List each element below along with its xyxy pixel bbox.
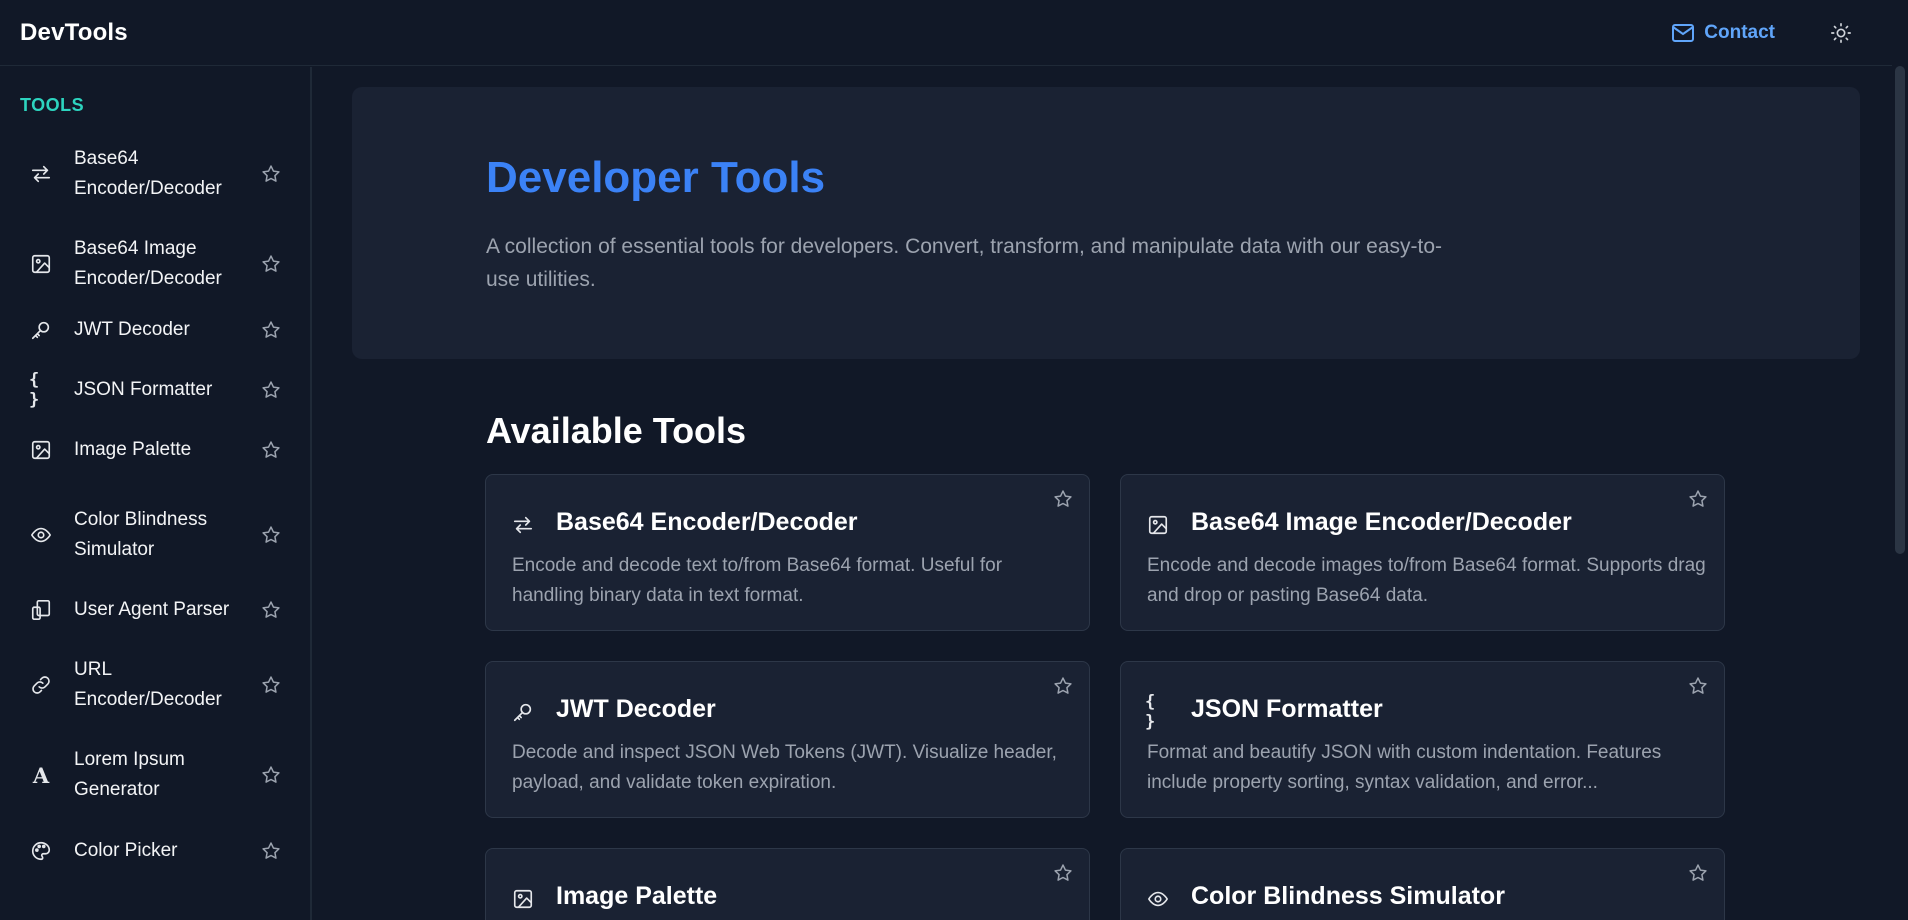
hero-description: A collection of essential tools for deve… <box>486 235 1442 291</box>
tool-card-color-blindness[interactable]: Color Blindness Simulator <box>1120 848 1725 920</box>
card-description: Format and beautify JSON with custom ind… <box>1147 742 1662 793</box>
tool-card-json[interactable]: { } JSON Formatter Format and beautify J… <box>1120 661 1725 818</box>
card-description: Decode and inspect JSON Web Tokens (JWT)… <box>512 742 1057 793</box>
star-icon[interactable] <box>1686 861 1710 885</box>
mail-icon <box>1672 23 1695 42</box>
braces-icon: { } <box>29 370 40 410</box>
star-icon[interactable] <box>1051 487 1075 511</box>
page-title: Developer Tools <box>486 153 826 202</box>
hero-banner: Developer Tools A collection of essentia… <box>352 87 1860 359</box>
sidebar-item-lorem-ipsum[interactable]: A Lorem Ipsum Generator <box>0 745 310 805</box>
image-icon <box>29 252 53 276</box>
braces-icon: { } <box>1145 692 1156 732</box>
sidebar-item-label: URL Encoder/Decoder <box>74 659 222 710</box>
card-title: Base64 Image Encoder/Decoder <box>1191 508 1572 536</box>
star-icon[interactable] <box>259 438 283 462</box>
sidebar-item-color-picker[interactable]: Color Picker <box>0 836 310 866</box>
card-title: Image Palette <box>556 882 718 910</box>
top-navbar: DevTools Contact <box>0 0 1908 66</box>
devices-icon <box>29 598 53 622</box>
scrollbar-thumb[interactable] <box>1895 66 1905 554</box>
image-icon <box>1145 512 1171 538</box>
sidebar: TOOLS Base64 Encoder/Decoder Base64 Imag… <box>0 67 312 920</box>
star-icon[interactable] <box>259 673 283 697</box>
card-title: Base64 Encoder/Decoder <box>556 508 858 536</box>
arrows-swap-icon <box>510 512 536 538</box>
link-icon <box>29 673 53 697</box>
sidebar-item-label: Base64 Encoder/Decoder <box>74 148 222 199</box>
star-icon[interactable] <box>259 378 283 402</box>
star-icon[interactable] <box>1051 674 1075 698</box>
key-icon <box>29 318 53 342</box>
sun-icon <box>1830 22 1852 44</box>
sidebar-item-image-palette[interactable]: Image Palette <box>0 435 310 465</box>
sidebar-item-label: JSON Formatter <box>74 379 213 400</box>
sidebar-heading: TOOLS <box>20 95 85 115</box>
key-icon <box>510 699 536 725</box>
card-title: Color Blindness Simulator <box>1191 882 1505 910</box>
brand-logo[interactable]: DevTools <box>20 19 128 47</box>
sidebar-item-label: Lorem Ipsum Generator <box>74 749 185 800</box>
section-title: Available Tools <box>486 410 747 451</box>
star-icon[interactable] <box>1686 487 1710 511</box>
app-root: DevTools Contact TOOLS Base64 Encoder/De… <box>0 0 1908 920</box>
topbar-actions: Contact <box>1672 19 1855 47</box>
sidebar-item-base64[interactable]: Base64 Encoder/Decoder <box>0 144 310 204</box>
star-icon[interactable] <box>259 162 283 186</box>
star-icon[interactable] <box>259 598 283 622</box>
star-icon[interactable] <box>259 318 283 342</box>
sidebar-item-json[interactable]: { } JSON Formatter <box>0 370 310 410</box>
sidebar-item-label: User Agent Parser <box>74 599 230 620</box>
card-title: JWT Decoder <box>556 695 716 723</box>
image-icon <box>29 438 53 462</box>
card-description: Encode and decode text to/from Base64 fo… <box>512 555 1003 606</box>
sidebar-item-jwt[interactable]: JWT Decoder <box>0 315 310 345</box>
star-icon[interactable] <box>259 523 283 547</box>
star-icon[interactable] <box>259 839 283 863</box>
sidebar-item-label: JWT Decoder <box>74 319 190 340</box>
tool-card-base64-image[interactable]: Base64 Image Encoder/Decoder Encode and … <box>1120 474 1725 631</box>
font-icon: A <box>32 762 50 788</box>
tool-card-base64[interactable]: Base64 Encoder/Decoder Encode and decode… <box>485 474 1090 631</box>
page-scrollbar[interactable] <box>1892 0 1908 920</box>
card-description: Encode and decode images to/from Base64 … <box>1147 555 1706 606</box>
theme-toggle-button[interactable] <box>1827 19 1855 47</box>
sidebar-item-label: Image Palette <box>74 439 192 460</box>
contact-link[interactable]: Contact <box>1672 22 1775 44</box>
star-icon[interactable] <box>1051 861 1075 885</box>
arrows-swap-icon <box>29 162 53 186</box>
sidebar-item-url[interactable]: URL Encoder/Decoder <box>0 655 310 715</box>
sidebar-item-user-agent[interactable]: User Agent Parser <box>0 595 310 625</box>
star-icon[interactable] <box>1686 674 1710 698</box>
tool-card-image-palette[interactable]: Image Palette <box>485 848 1090 920</box>
sidebar-item-label: Color Blindness Simulator <box>74 509 208 560</box>
tool-card-jwt[interactable]: JWT Decoder Decode and inspect JSON Web … <box>485 661 1090 818</box>
sidebar-item-label: Base64 Image Encoder/Decoder <box>74 238 222 289</box>
contact-label: Contact <box>1704 21 1775 43</box>
eye-icon <box>29 523 53 547</box>
sidebar-item-color-blindness[interactable]: Color Blindness Simulator <box>0 505 310 565</box>
sidebar-item-base64-image[interactable]: Base64 Image Encoder/Decoder <box>0 234 310 294</box>
image-icon <box>510 886 536 912</box>
sidebar-item-label: Color Picker <box>74 840 178 861</box>
palette-icon <box>29 839 53 863</box>
star-icon[interactable] <box>259 763 283 787</box>
star-icon[interactable] <box>259 252 283 276</box>
eye-icon <box>1145 886 1171 912</box>
card-title: JSON Formatter <box>1191 695 1383 723</box>
